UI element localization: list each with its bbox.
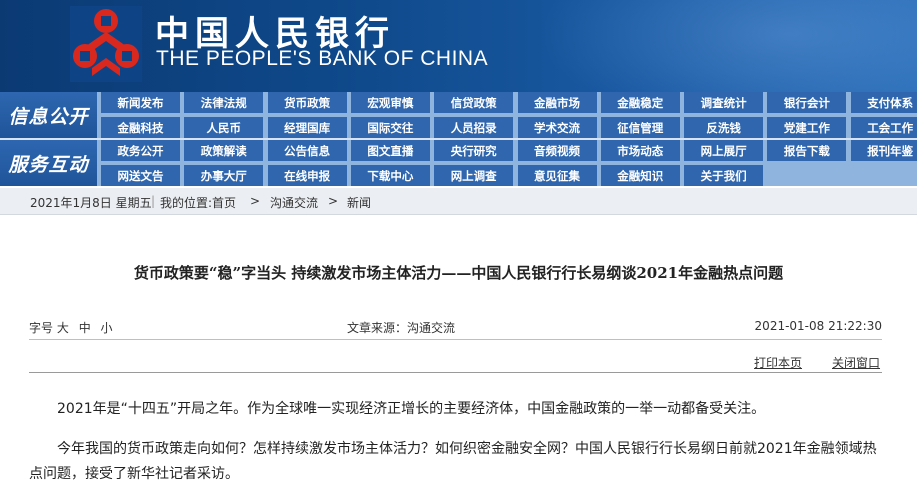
nav-item[interactable]: 关于我们 — [684, 165, 764, 186]
nav-item[interactable]: 金融稳定 — [600, 92, 680, 113]
breadcrumb-separator: > — [328, 194, 339, 208]
nav-item[interactable]: 办事大厅 — [184, 165, 264, 186]
pboc-emblem-icon[interactable] — [70, 6, 142, 82]
nav-item[interactable]: 学术交流 — [517, 117, 597, 138]
nav-item[interactable]: 支付体系 — [850, 92, 917, 113]
article-meta: 字号 大 中 小 文章来源：沟通交流 2021-01-08 21:22:30 — [29, 319, 882, 336]
nav-item[interactable]: 人员招录 — [434, 117, 514, 138]
current-date: 2021年1月8日 星期五 — [30, 196, 152, 210]
nav-item[interactable]: 货币政策 — [267, 92, 347, 113]
article-title: 货币政策要“稳”字当头 持续激发市场主体活力——中国人民银行行长易纲谈2021年… — [133, 264, 784, 282]
nav-item[interactable]: 意见征集 — [517, 165, 597, 186]
nav-item[interactable]: 法律法规 — [184, 92, 264, 113]
nav-item[interactable]: 在线申报 — [267, 165, 347, 186]
nav-item[interactable]: 网送文告 — [101, 165, 180, 186]
nav-item[interactable]: 国际交往 — [350, 117, 430, 138]
nav-service-interaction: 服务互动 政务公开 政策解读 公告信息 图文直播 央行研究 音频视频 市场动态 网上展厅 报告下… — [0, 140, 917, 186]
article-source: 文章来源：沟通交流 — [347, 321, 456, 335]
print-page-link[interactable]: 打印本页 — [754, 354, 802, 371]
close-window-link[interactable]: 关闭窗口 — [832, 354, 880, 371]
nav-item[interactable]: 经理国库 — [267, 117, 347, 138]
breadcrumb-home[interactable]: 首页 — [212, 194, 236, 211]
site-header: 中国人民银行 THE PEOPLE'S BANK OF CHINA — [0, 0, 917, 92]
nav-item[interactable]: 下载中心 — [350, 165, 430, 186]
nav-item[interactable]: 图文直播 — [350, 140, 430, 161]
nav-item[interactable]: 调查统计 — [684, 92, 764, 113]
breadcrumb-location-label: 我的位置: — [160, 196, 213, 210]
nav-item[interactable]: 金融科技 — [101, 117, 180, 138]
nav-section-label-info: 信息公开 — [0, 92, 97, 138]
font-size-switcher: 字号 大 中 小 — [29, 319, 119, 336]
nav-item[interactable]: 政务公开 — [101, 140, 180, 161]
nav-item[interactable]: 新闻发布 — [101, 92, 180, 113]
font-size-large-link[interactable]: 大 — [57, 321, 69, 335]
brand-name-english: THE PEOPLE'S BANK OF CHINA — [156, 47, 489, 70]
meta-divider — [29, 339, 882, 340]
breadcrumb-news[interactable]: 新闻 — [347, 194, 371, 211]
nav-item[interactable]: 市场动态 — [600, 140, 680, 161]
breadcrumb: 2021年1月8日 星期五 | 我的位置: 首页 > 沟通交流 > 新闻 — [0, 188, 917, 215]
article-paragraph: 2021年是“十四五”开局之年。作为全球唯一实现经济正增长的主要经济体，中国金融… — [57, 401, 766, 417]
nav-item[interactable]: 征信管理 — [600, 117, 680, 138]
breadcrumb-communication[interactable]: 沟通交流 — [270, 194, 318, 211]
nav-item[interactable]: 公告信息 — [267, 140, 347, 161]
nav-item[interactable]: 网上调查 — [434, 165, 514, 186]
nav-item[interactable]: 反洗钱 — [684, 117, 764, 138]
nav-item[interactable]: 银行会计 — [767, 92, 847, 113]
font-size-medium-link[interactable]: 中 — [79, 321, 91, 335]
font-size-label: 字号 — [29, 321, 54, 335]
nav-item[interactable]: 金融知识 — [600, 165, 680, 186]
breadcrumb-separator: > — [250, 194, 261, 208]
nav-item[interactable]: 音频视频 — [517, 140, 597, 161]
nav-item[interactable]: 工会工作 — [850, 117, 917, 138]
nav-item[interactable]: 信贷政策 — [434, 92, 514, 113]
nav-item[interactable]: 人民币 — [184, 117, 264, 138]
article-paragraph: 今年我国的货币政策走向如何？怎样持续激发市场主体活力？如何织密金融安全网？中国人… — [29, 441, 877, 482]
nav-item[interactable]: 宏观审慎 — [350, 92, 430, 113]
nav-item[interactable]: 政策解读 — [184, 140, 264, 161]
nav-info-disclosure: 信息公开 新闻发布 法律法规 货币政策 宏观审慎 信贷政策 金融市场 金融稳定 调查统计 银行会… — [0, 92, 917, 138]
tools-divider — [29, 372, 882, 373]
article-datetime: 2021-01-08 21:22:30 — [754, 319, 882, 333]
nav-item[interactable]: 党建工作 — [767, 117, 847, 138]
nav-section-label-service: 服务互动 — [0, 140, 97, 186]
nav-item[interactable]: 央行研究 — [434, 140, 514, 161]
nav-item[interactable]: 报告下载 — [767, 140, 847, 161]
nav-item[interactable]: 金融市场 — [517, 92, 597, 113]
nav-item[interactable]: 网上展厅 — [684, 140, 764, 161]
font-size-small-link[interactable]: 小 — [101, 321, 113, 335]
nav-item[interactable]: 报刊年鉴 — [850, 140, 917, 161]
